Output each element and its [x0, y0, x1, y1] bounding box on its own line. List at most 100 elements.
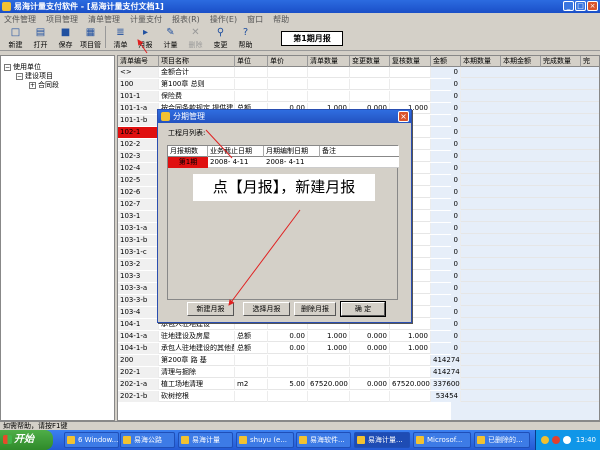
grid-col-header[interactable]: 变更数量: [350, 56, 390, 67]
table-cell[interactable]: 103-3: [118, 271, 159, 282]
table-cell[interactable]: 1.000: [308, 331, 350, 342]
task-yihai-measure-active[interactable]: 易海计量...: [354, 432, 410, 448]
table-cell[interactable]: [308, 391, 350, 402]
table-cell[interactable]: [308, 91, 350, 102]
col-remark[interactable]: 备注: [320, 146, 399, 157]
table-cell[interactable]: 0: [431, 307, 461, 318]
grid-col-header[interactable]: 本期数量: [461, 56, 501, 67]
menu-operation[interactable]: 操作(E): [210, 14, 237, 25]
table-cell[interactable]: 103-2: [118, 259, 159, 270]
table-cell[interactable]: 103-3-a: [118, 283, 159, 294]
table-cell[interactable]: 0.00: [268, 343, 308, 354]
table-cell[interactable]: 0: [431, 163, 461, 174]
table-cell[interactable]: 总额: [235, 331, 268, 342]
table-cell[interactable]: 1.000: [390, 331, 431, 342]
table-cell[interactable]: 总额: [235, 343, 268, 354]
task-deleted[interactable]: 已删除的...: [474, 432, 530, 448]
table-cell[interactable]: <>: [118, 67, 159, 78]
table-cell[interactable]: [235, 79, 268, 90]
table-cell[interactable]: [235, 355, 268, 366]
table-cell[interactable]: 100: [118, 79, 159, 90]
table-cell[interactable]: 202-1-b: [118, 391, 159, 402]
table-cell[interactable]: 104-1-b: [118, 343, 159, 354]
table-cell[interactable]: 0: [431, 115, 461, 126]
table-cell[interactable]: [390, 79, 431, 90]
table-cell[interactable]: 53454: [431, 391, 461, 402]
table-cell[interactable]: 0: [431, 259, 461, 270]
table-cell[interactable]: 337600: [431, 379, 461, 390]
table-cell[interactable]: 102-3: [118, 151, 159, 162]
table-row[interactable]: 101-1 保险费 0: [118, 91, 599, 102]
tray-security-icon[interactable]: [552, 436, 560, 444]
table-cell[interactable]: 103-1-a: [118, 223, 159, 234]
open-button[interactable]: ▤ 打开: [28, 25, 53, 50]
table-cell[interactable]: 102-6: [118, 187, 159, 198]
table-cell[interactable]: 承包人驻地建设的其他费: [159, 343, 235, 354]
table-cell[interactable]: 0: [431, 343, 461, 354]
monthly-report-button[interactable]: ▸ 月报: [133, 25, 158, 50]
table-cell[interactable]: 104-1-a: [118, 331, 159, 342]
measure-button[interactable]: ✎ 计量: [158, 25, 183, 50]
table-cell[interactable]: 5.00: [268, 379, 308, 390]
table-cell[interactable]: 101-1: [118, 91, 159, 102]
delete-button[interactable]: ✕ 删除: [183, 25, 208, 50]
dialog-close-button[interactable]: ×: [398, 111, 409, 122]
close-button[interactable]: ×: [587, 1, 598, 11]
table-cell[interactable]: [390, 355, 431, 366]
task-yihai-measure[interactable]: 易海计量: [178, 432, 233, 448]
table-cell[interactable]: 103-4: [118, 307, 159, 318]
table-row[interactable]: 202-1-b 砍树挖根 53454: [118, 391, 599, 402]
table-cell[interactable]: 104-1: [118, 319, 159, 330]
menu-payment[interactable]: 计量支付: [130, 14, 162, 25]
table-cell[interactable]: 0: [431, 199, 461, 210]
col-period[interactable]: 月报期数: [168, 146, 208, 157]
task-yihai-road[interactable]: 易海公路: [120, 432, 175, 448]
table-cell[interactable]: 1.000: [308, 343, 350, 354]
menu-project[interactable]: 项目管理: [46, 14, 78, 25]
table-row[interactable]: 200 第200章 路 基 414274: [118, 355, 599, 366]
table-cell[interactable]: 101-1-a: [118, 103, 159, 114]
delete-report-button[interactable]: 删除月报: [294, 302, 336, 316]
table-cell[interactable]: 414274: [431, 355, 461, 366]
table-cell[interactable]: [350, 67, 390, 78]
table-cell[interactable]: 驻地建设及房屋: [159, 331, 235, 342]
table-row[interactable]: 104-1-a 驻地建设及房屋 总额 0.00 1.000 0.000 1.000 0: [118, 331, 599, 342]
table-cell[interactable]: 0.00: [268, 331, 308, 342]
task-shuyu[interactable]: shuyu (e...: [236, 432, 294, 448]
table-cell[interactable]: 414274: [431, 367, 461, 378]
report-list[interactable]: 月报期数 业务截止日期 月期编制日期 备注 第1期 2008- 4-11 200…: [167, 145, 399, 300]
grid-col-header[interactable]: 项目名称: [159, 56, 235, 67]
table-cell[interactable]: 0: [431, 235, 461, 246]
table-cell[interactable]: [268, 367, 308, 378]
grid-col-header[interactable]: 清单数量: [308, 56, 350, 67]
table-cell[interactable]: [390, 67, 431, 78]
grid-col-header[interactable]: 单位: [235, 56, 268, 67]
task-yihai-software[interactable]: 易海软件...: [296, 432, 351, 448]
table-cell[interactable]: 0: [431, 331, 461, 342]
table-cell[interactable]: 第200章 路 基: [159, 355, 235, 366]
menu-report[interactable]: 报表(R): [172, 14, 200, 25]
save-button[interactable]: ■ 保存: [53, 25, 78, 50]
expand-icon[interactable]: +: [29, 81, 36, 89]
table-row[interactable]: 202-1-a 植工场地清理 m2 5.00 67520.000 0.000 67520.0…: [118, 379, 599, 390]
menu-window[interactable]: 窗口: [247, 14, 263, 25]
table-cell[interactable]: 103-1-c: [118, 247, 159, 258]
table-cell[interactable]: 0: [431, 175, 461, 186]
table-cell[interactable]: 砍树挖根: [159, 391, 235, 402]
table-cell[interactable]: 清理与掘除: [159, 367, 235, 378]
grid-col-header[interactable]: 金额: [431, 56, 461, 67]
table-cell[interactable]: [235, 391, 268, 402]
table-cell[interactable]: [350, 355, 390, 366]
table-cell[interactable]: [268, 391, 308, 402]
table-cell[interactable]: 0: [431, 211, 461, 222]
grid-col-header[interactable]: 完成数量: [541, 56, 581, 67]
table-row[interactable]: 100 第100章 总则 0: [118, 79, 599, 90]
menu-file[interactable]: 文件管理: [4, 14, 36, 25]
table-cell[interactable]: [235, 67, 268, 78]
table-cell[interactable]: 0: [431, 295, 461, 306]
table-cell[interactable]: 0: [431, 103, 461, 114]
table-cell[interactable]: [308, 355, 350, 366]
table-cell[interactable]: 200: [118, 355, 159, 366]
table-cell[interactable]: 0: [431, 127, 461, 138]
table-cell[interactable]: [235, 91, 268, 102]
